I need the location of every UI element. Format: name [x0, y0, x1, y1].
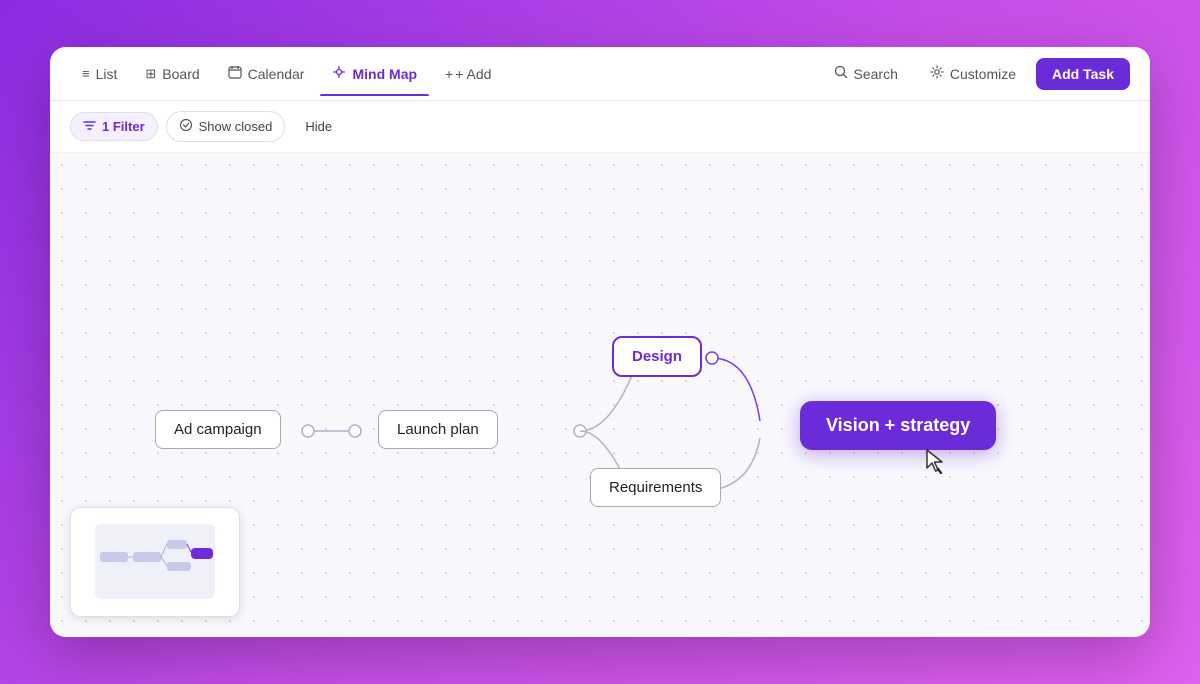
node-design[interactable]: Design	[612, 336, 702, 377]
add-task-button[interactable]: Add Task	[1036, 58, 1130, 90]
mindmap-icon	[332, 65, 346, 82]
show-closed-button[interactable]: Show closed	[166, 111, 286, 142]
mini-connections	[95, 524, 215, 599]
add-label: + Add	[455, 66, 491, 82]
hide-label: Hide	[305, 119, 332, 134]
tab-board-label: Board	[162, 66, 199, 82]
search-icon	[834, 65, 848, 82]
mini-map[interactable]	[70, 507, 240, 617]
plus-icon: +	[445, 66, 453, 82]
node-launch-plan-label: Launch plan	[397, 421, 479, 438]
mini-map-inner	[95, 524, 215, 599]
node-vision-label: Vision + strategy	[826, 415, 970, 435]
node-requirements[interactable]: Requirements	[590, 468, 721, 507]
node-launch-plan[interactable]: Launch plan	[378, 410, 498, 449]
node-ad-campaign-label: Ad campaign	[174, 421, 262, 438]
tab-mindmap-label: Mind Map	[352, 66, 417, 82]
gear-icon	[930, 65, 944, 82]
cursor-icon	[925, 448, 947, 480]
add-view-button[interactable]: + + Add	[433, 60, 503, 88]
tab-calendar-label: Calendar	[248, 66, 305, 82]
calendar-icon	[228, 65, 242, 82]
show-closed-label: Show closed	[199, 119, 273, 134]
node-design-box: Design	[612, 336, 702, 377]
filter-icon	[83, 119, 96, 134]
tab-list-label: List	[96, 66, 118, 82]
toolbar: 1 Filter Show closed Hide	[50, 101, 1150, 153]
app-window: ≡ List ⊞ Board Calendar	[50, 47, 1150, 637]
list-icon: ≡	[82, 66, 90, 81]
customize-label: Customize	[950, 66, 1016, 82]
tab-calendar[interactable]: Calendar	[216, 59, 317, 88]
board-icon: ⊞	[145, 66, 156, 82]
node-launch-plan-box: Launch plan	[378, 410, 498, 449]
tab-mindmap[interactable]: Mind Map	[320, 59, 429, 88]
customize-button[interactable]: Customize	[918, 59, 1028, 88]
node-requirements-box: Requirements	[590, 468, 721, 507]
mindmap-canvas[interactable]: Ad campaign Launch plan Design Requireme…	[50, 153, 1150, 637]
node-ad-campaign[interactable]: Ad campaign	[155, 410, 281, 449]
search-button[interactable]: Search	[822, 59, 910, 88]
hide-button[interactable]: Hide	[293, 113, 344, 140]
tab-list[interactable]: ≡ List	[70, 60, 129, 88]
search-label: Search	[854, 66, 898, 82]
node-design-label: Design	[632, 348, 682, 365]
node-requirements-label: Requirements	[609, 479, 702, 496]
node-vision[interactable]: Vision + strategy	[800, 401, 996, 450]
check-circle-icon	[179, 118, 193, 135]
node-ad-campaign-box: Ad campaign	[155, 410, 281, 449]
node-vision-box: Vision + strategy	[800, 401, 996, 450]
nav-bar: ≡ List ⊞ Board Calendar	[50, 47, 1150, 101]
nav-right: Search Customize Add Task	[822, 58, 1130, 90]
filter-label: 1 Filter	[102, 119, 145, 134]
filter-button[interactable]: 1 Filter	[70, 112, 158, 141]
tab-board[interactable]: ⊞ Board	[133, 60, 211, 88]
